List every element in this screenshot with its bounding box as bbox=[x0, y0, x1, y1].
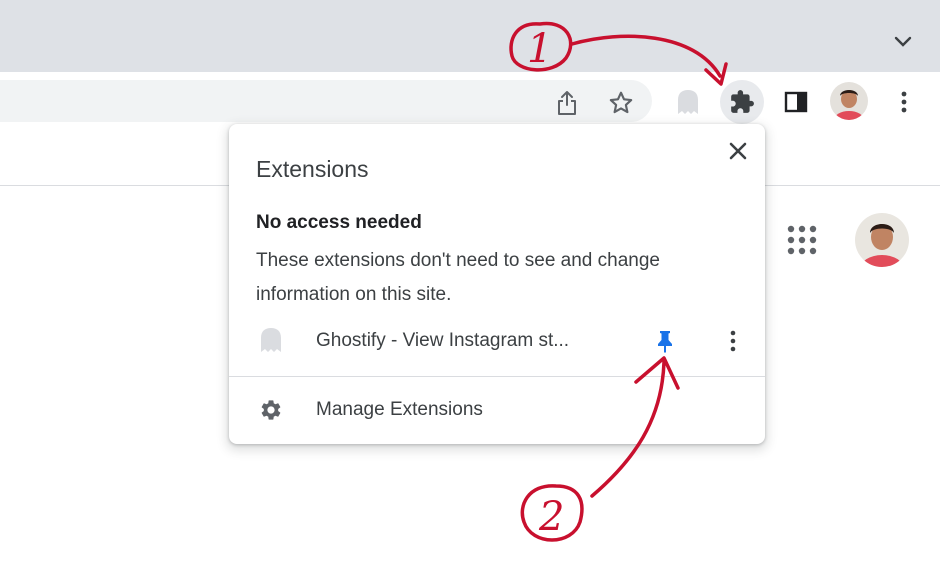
avatar[interactable] bbox=[830, 82, 868, 120]
manage-extensions-label: Manage Extensions bbox=[316, 399, 483, 420]
pin-icon[interactable] bbox=[653, 326, 677, 356]
annotation-step-2: 2 bbox=[520, 484, 584, 542]
popup-title: Extensions bbox=[256, 156, 369, 182]
extension-name[interactable]: Ghostify - View Instagram st... bbox=[316, 330, 569, 352]
kebab-menu-icon[interactable] bbox=[890, 86, 918, 118]
chevron-down-icon[interactable] bbox=[892, 30, 914, 52]
section-heading: No access needed bbox=[256, 212, 422, 233]
puzzle-icon[interactable] bbox=[720, 80, 764, 124]
star-icon[interactable] bbox=[606, 88, 636, 118]
extension-menu-icon[interactable] bbox=[721, 326, 745, 356]
extension-row[interactable]: Ghostify - View Instagram st... bbox=[229, 320, 765, 364]
side-panel-icon[interactable] bbox=[782, 88, 810, 116]
close-icon[interactable] bbox=[725, 138, 751, 164]
account-avatar[interactable] bbox=[855, 213, 909, 267]
section-description: These extensions don't need to see and c… bbox=[256, 250, 660, 305]
ghostify-icon bbox=[259, 326, 285, 354]
apps-grid-icon[interactable] bbox=[786, 224, 818, 256]
tab-strip bbox=[0, 0, 940, 72]
share-icon[interactable] bbox=[552, 88, 582, 118]
manage-extensions-button[interactable]: Manage Extensions bbox=[229, 390, 765, 430]
ghostify-icon[interactable] bbox=[672, 86, 704, 118]
popup-divider bbox=[229, 376, 765, 377]
gear-icon bbox=[259, 398, 283, 422]
annotation-number-2: 2 bbox=[538, 494, 564, 540]
extensions-popup: Extensions No access needed These extens… bbox=[229, 124, 765, 444]
